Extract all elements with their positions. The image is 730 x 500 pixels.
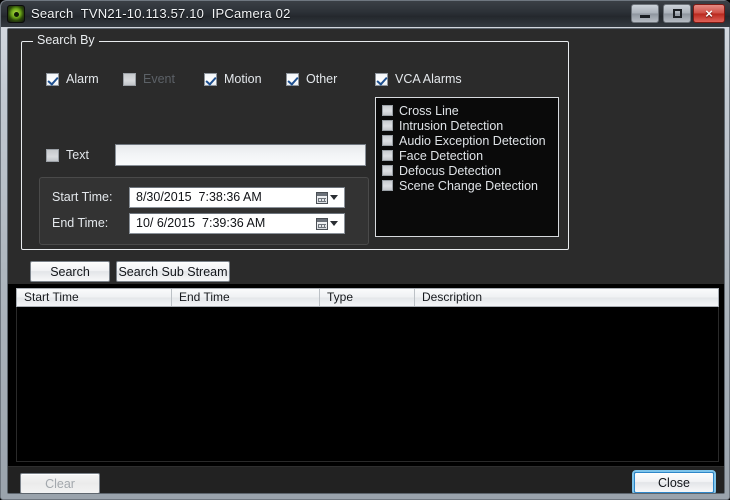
end-time-dropdown[interactable] xyxy=(311,215,343,232)
column-header-end-time[interactable]: End Time xyxy=(172,289,320,306)
results-table-header: Start Time End Time Type Description xyxy=(16,288,719,307)
vca-item-checkbox[interactable] xyxy=(382,150,393,161)
chevron-down-icon xyxy=(330,195,338,200)
column-header-description[interactable]: Description xyxy=(415,289,718,306)
checkbox-event-label: Event xyxy=(143,72,175,86)
close-icon: × xyxy=(705,6,713,21)
checkbox-other-box[interactable] xyxy=(286,72,299,86)
column-header-type[interactable]: Type xyxy=(320,289,415,306)
end-time-value: 10/ 6/2015 7:39:36 AM xyxy=(136,216,266,230)
checkbox-other[interactable]: Other xyxy=(286,70,337,88)
checkbox-alarm-box[interactable] xyxy=(46,72,59,86)
end-time-label: End Time: xyxy=(52,216,109,230)
vca-item-audio-exception-detection[interactable]: Audio Exception Detection xyxy=(382,133,546,148)
close-button[interactable]: Close xyxy=(634,472,714,493)
checkbox-vca-alarms-label: VCA Alarms xyxy=(395,72,462,86)
checkbox-alarm[interactable]: Alarm xyxy=(46,70,99,88)
start-time-label: Start Time: xyxy=(52,190,113,204)
vca-item-checkbox[interactable] xyxy=(382,105,393,116)
close-window-button[interactable]: × xyxy=(693,4,725,23)
column-header-start-time[interactable]: Start Time xyxy=(17,289,172,306)
vca-item-label: Defocus Detection xyxy=(399,163,502,178)
checkbox-event: Event xyxy=(123,70,175,88)
maximize-button[interactable] xyxy=(663,4,691,23)
search-by-legend: Search By xyxy=(33,33,99,47)
titlebar[interactable]: Search TVN21-10.113.57.10 IPCamera 02 × xyxy=(1,1,730,27)
maximize-icon xyxy=(664,5,690,22)
dialog-footer: Clear Close xyxy=(8,466,724,493)
client-area: Search By Alarm Event Motion Other VCA A… xyxy=(7,28,725,494)
vca-item-label: Intrusion Detection xyxy=(399,118,504,133)
checkbox-other-label: Other xyxy=(306,72,338,86)
vca-item-label: Audio Exception Detection xyxy=(399,133,546,148)
start-time-field[interactable]: 8/30/2015 7:38:36 AM xyxy=(129,187,345,208)
search-text-input[interactable] xyxy=(115,144,366,166)
checkbox-event-box xyxy=(123,72,136,86)
camera-icon xyxy=(7,5,25,23)
search-sub-stream-button[interactable]: Search Sub Stream xyxy=(116,261,230,282)
minimize-button[interactable] xyxy=(631,4,659,23)
vca-item-checkbox[interactable] xyxy=(382,165,393,176)
vca-item-scene-change-detection[interactable]: Scene Change Detection xyxy=(382,178,538,193)
checkbox-vca-alarms[interactable]: VCA Alarms xyxy=(375,70,462,88)
checkbox-text-label: Text xyxy=(66,148,89,162)
vca-item-label: Cross Line xyxy=(399,103,459,118)
checkbox-motion[interactable]: Motion xyxy=(204,70,262,88)
checkbox-text: Text xyxy=(46,146,89,164)
start-time-dropdown[interactable] xyxy=(311,189,343,206)
datetime-panel: Start Time: 8/30/2015 7:38:36 AM End Tim… xyxy=(39,177,369,245)
search-by-groupbox: Search By Alarm Event Motion Other VCA A… xyxy=(21,33,569,250)
checkbox-vca-alarms-box[interactable] xyxy=(375,72,388,86)
chevron-down-icon xyxy=(330,221,338,226)
vca-item-face-detection[interactable]: Face Detection xyxy=(382,148,483,163)
minimize-icon xyxy=(632,5,658,22)
search-button[interactable]: Search xyxy=(30,261,110,282)
vca-item-intrusion-detection[interactable]: Intrusion Detection xyxy=(382,118,503,133)
calendar-icon xyxy=(316,191,328,204)
end-time-field[interactable]: 10/ 6/2015 7:39:36 AM xyxy=(129,213,345,234)
results-table-body[interactable] xyxy=(16,307,719,462)
calendar-icon xyxy=(316,217,328,230)
search-window: Search TVN21-10.113.57.10 IPCamera 02 × … xyxy=(0,0,730,500)
checkbox-motion-box[interactable] xyxy=(204,72,217,86)
window-title: Search TVN21-10.113.57.10 IPCamera 02 xyxy=(31,6,291,21)
checkbox-text-box xyxy=(46,148,59,162)
vca-item-label: Scene Change Detection xyxy=(399,178,538,193)
vca-alarm-list[interactable]: Cross Line Intrusion Detection Audio Exc… xyxy=(375,97,559,237)
vca-item-checkbox[interactable] xyxy=(382,180,393,191)
start-time-value: 8/30/2015 7:38:36 AM xyxy=(136,190,262,204)
vca-item-checkbox[interactable] xyxy=(382,135,393,146)
vca-item-defocus-detection[interactable]: Defocus Detection xyxy=(382,163,501,178)
vca-item-checkbox[interactable] xyxy=(382,120,393,131)
checkbox-alarm-label: Alarm xyxy=(66,72,99,86)
vca-item-cross-line[interactable]: Cross Line xyxy=(382,103,459,118)
search-panel: Search By Alarm Event Motion Other VCA A… xyxy=(8,29,724,284)
checkbox-motion-label: Motion xyxy=(224,72,262,86)
vca-item-label: Face Detection xyxy=(399,148,484,163)
clear-button[interactable]: Clear xyxy=(20,473,100,493)
